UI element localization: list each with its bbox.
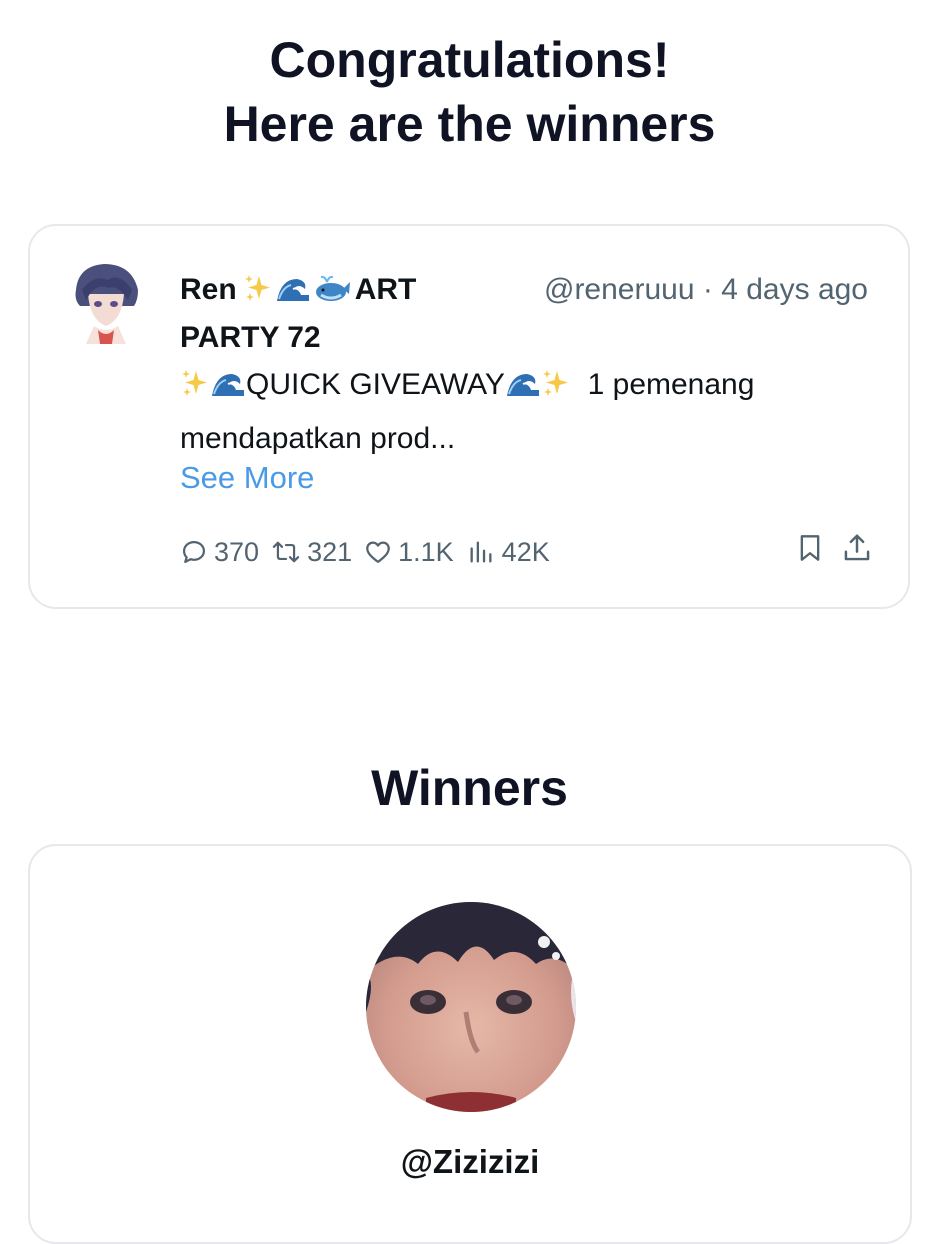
winner-avatar-image [366, 902, 576, 1112]
author-name-start: Ren [180, 273, 237, 306]
sparkles-icon [182, 370, 207, 396]
retweet-icon [272, 541, 300, 563]
giveaway-tweet-card[interactable]: Ren ART PARTY 72 @reneruuu · 4 days ago … [28, 224, 910, 609]
author-avatar[interactable] [68, 260, 144, 344]
wave-icon [274, 273, 311, 303]
sparkles-icon [244, 275, 270, 301]
bookmark-icon[interactable] [796, 532, 824, 564]
tweet-stats-bar: 370 321 1.1K 42K [180, 532, 562, 572]
author-meta: @reneruuu · 4 days ago [538, 266, 868, 314]
author-avatar-image [68, 260, 144, 344]
reply-stat[interactable]: 370 [180, 537, 259, 568]
see-more-link[interactable]: See More [180, 454, 314, 502]
heart-icon [366, 541, 390, 564]
retweet-count: 321 [307, 536, 353, 567]
headline-line-1: Congratulations! [269, 32, 670, 88]
headline-line-2: Here are the winners [223, 96, 716, 152]
winner-avatar[interactable] [366, 902, 576, 1112]
winners-heading: Winners [371, 760, 568, 816]
like-count: 1.1K [398, 536, 454, 567]
author-display-name[interactable]: Ren ART PARTY 72 [180, 266, 470, 362]
sparkles-icon [542, 370, 568, 396]
page-headline: Congratulations! Here are the winners [0, 28, 939, 156]
reply-icon [182, 540, 206, 564]
tweet-actions [796, 532, 872, 564]
reply-count: 370 [214, 536, 260, 567]
like-stat[interactable]: 1.1K [364, 537, 454, 568]
winner-handle[interactable]: @Zizizizi [30, 1138, 910, 1186]
winner-card: @Zizizizi [28, 844, 912, 1244]
views-stat[interactable]: 42K [466, 537, 550, 568]
tweet-text-main: QUICK GIVEAWAY [246, 368, 505, 401]
author-handle[interactable]: @reneruuu [544, 273, 695, 306]
whale-icon [315, 275, 350, 301]
wave-icon [212, 374, 244, 396]
author-emoji-group [243, 273, 351, 303]
tweet-text: QUICK GIVEAWAY 1 pemenang mendapatkan pr… [180, 360, 870, 464]
text-emoji-group-start [180, 364, 246, 414]
post-time[interactable]: 4 days ago [721, 273, 868, 306]
text-emoji-group-end [505, 364, 571, 414]
views-chart-icon [470, 541, 492, 563]
wave-icon [506, 374, 539, 396]
share-icon[interactable] [842, 532, 872, 564]
meta-separator: · [702, 273, 713, 306]
retweet-stat[interactable]: 321 [271, 537, 352, 568]
views-count: 42K [501, 536, 550, 567]
